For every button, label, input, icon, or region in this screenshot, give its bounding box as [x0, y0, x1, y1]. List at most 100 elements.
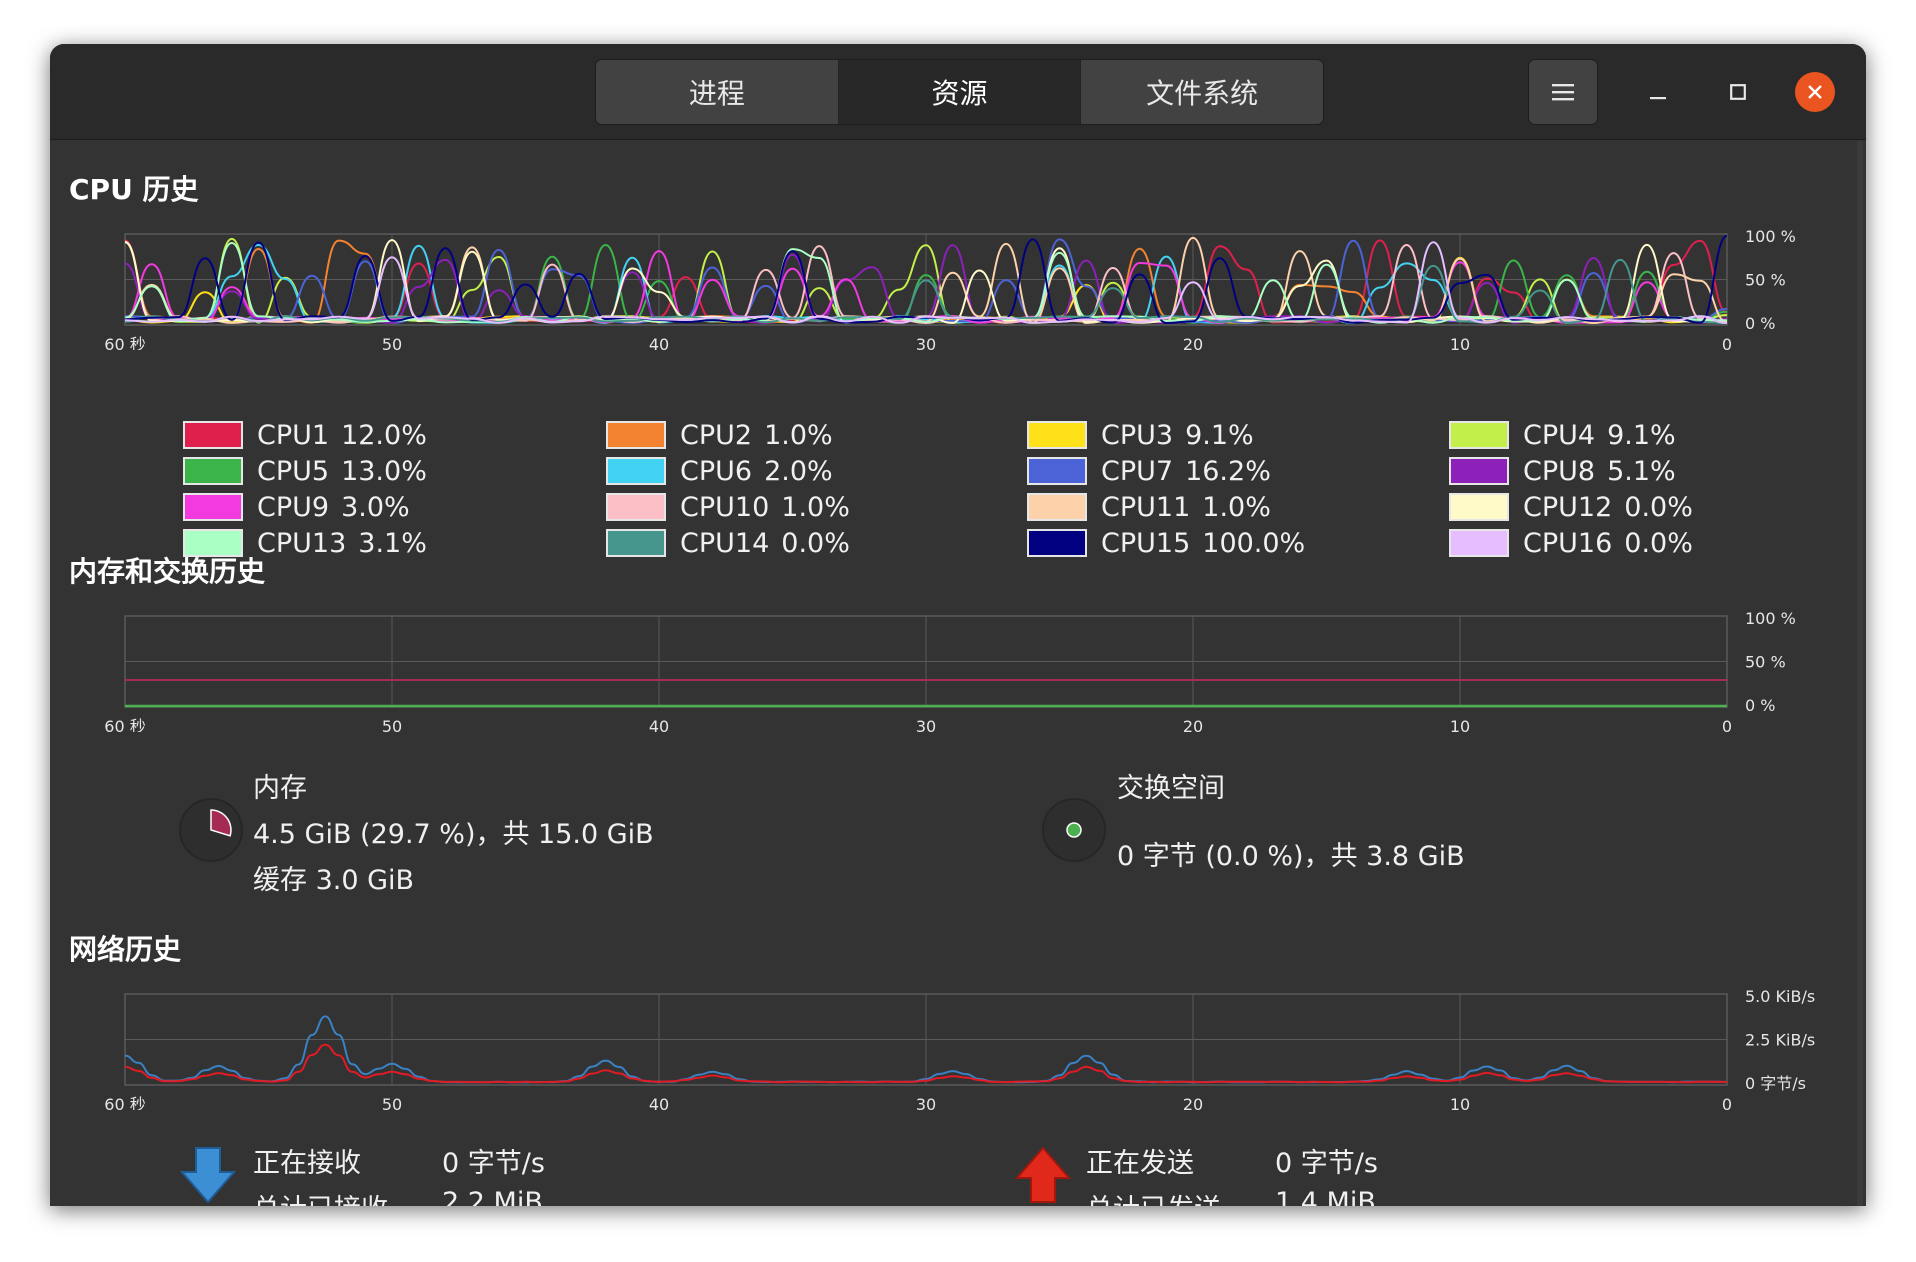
cpu-x-tick-label: 40	[649, 335, 669, 350]
network-y-tick-label: 0 字节/s	[1745, 1074, 1806, 1093]
cpu-legend-item[interactable]: CPU6 2.0%	[606, 454, 833, 488]
cpu-x-tick-label: 10	[1450, 335, 1470, 350]
close-button[interactable]	[1795, 72, 1835, 112]
cpu-color-swatch[interactable]	[1449, 421, 1509, 449]
cpu-legend-value: 0.0%	[1624, 527, 1693, 559]
cpu-legend-value: 1.0%	[781, 491, 850, 523]
cpu-color-swatch[interactable]	[606, 457, 666, 485]
cpu-x-tick-label: 20	[1183, 335, 1203, 350]
memory-x-tick-label: 60 秒	[104, 717, 145, 732]
maximize-button[interactable]	[1718, 72, 1758, 112]
sending-label: 正在发送	[1086, 1148, 1194, 1179]
cpu-color-swatch[interactable]	[606, 493, 666, 521]
upload-arrow-icon	[1015, 1146, 1071, 1203]
download-arrow-icon	[180, 1147, 236, 1204]
cpu-legend-item[interactable]: CPU14 0.0%	[606, 526, 850, 560]
cpu-legend-item[interactable]: CPU2 1.0%	[606, 418, 833, 452]
memory-usage: 4.5 GiB (29.7 %)，共 15.0 GiB	[253, 819, 654, 850]
tab-processes[interactable]: 进程	[596, 60, 839, 124]
memory-pie-icon	[179, 798, 243, 862]
cpu-legend-value: 0.0%	[781, 527, 850, 559]
cpu-legend-label: CPU3	[1101, 419, 1174, 451]
cpu-legend-item[interactable]: CPU4 9.1%	[1449, 418, 1676, 452]
total-received-value: 2.2 MiB	[442, 1187, 543, 1206]
hamburger-menu-icon	[1552, 84, 1574, 101]
cpu-color-swatch[interactable]	[1027, 457, 1087, 485]
cpu-color-swatch[interactable]	[606, 421, 666, 449]
cpu-color-swatch[interactable]	[183, 493, 243, 521]
cpu-legend-label: CPU9	[257, 491, 330, 523]
memory-history-graph: 100 % 50 % 0 % 60 秒 50 40 30 20 10 0	[50, 612, 1866, 732]
memory-section-title: 内存和交换历史	[69, 555, 266, 588]
network-history-graph: 5.0 KiB/s 2.5 KiB/s 0 字节/s 60 秒 50 40 30 20 10 0	[50, 990, 1866, 1110]
swap-label: 交换空间	[1117, 773, 1225, 804]
cpu-legend-item[interactable]: CPU9 3.0%	[183, 490, 410, 524]
cpu-color-swatch[interactable]	[606, 529, 666, 557]
total-received-label: 总计已接收	[253, 1187, 388, 1206]
cpu-legend-label: CPU7	[1101, 455, 1174, 487]
cpu-legend-item[interactable]: CPU10 1.0%	[606, 490, 850, 524]
cpu-legend-item[interactable]: CPU5 13.0%	[183, 454, 427, 488]
memory-x-tick-label: 0	[1722, 717, 1732, 732]
cpu-legend-value: 12.0%	[341, 419, 427, 451]
memory-y-tick-label: 100 %	[1745, 612, 1796, 628]
cpu-legend-item[interactable]: CPU15 100.0%	[1027, 526, 1305, 560]
cpu-color-swatch[interactable]	[1449, 493, 1509, 521]
network-x-tick-label: 0	[1722, 1095, 1732, 1110]
cpu-legend-value: 9.1%	[1607, 419, 1676, 451]
cpu-color-swatch[interactable]	[1027, 421, 1087, 449]
network-x-tick-label: 40	[649, 1095, 669, 1110]
cpu-legend-item[interactable]: CPU16 0.0%	[1449, 526, 1693, 560]
cpu-color-swatch[interactable]	[183, 421, 243, 449]
cpu-legend-label: CPU13	[257, 527, 347, 559]
memory-x-tick-label: 10	[1450, 717, 1470, 732]
cpu-history-chart: 100 % 50 % 0 % 60 秒 50 40 30 20 10 0	[104, 230, 1796, 350]
cpu-legend-label: CPU5	[257, 455, 330, 487]
memory-x-tick-label: 40	[649, 717, 669, 732]
total-sent-label: 总计已发送	[1086, 1187, 1221, 1206]
total-sent-value: 1.4 MiB	[1275, 1187, 1376, 1206]
memory-x-tick-label: 50	[382, 717, 402, 732]
swap-usage: 0 字节 (0.0 %)，共 3.8 GiB	[1117, 841, 1465, 872]
network-y-tick-label: 2.5 KiB/s	[1745, 1031, 1815, 1050]
cpu-legend-value: 2.0%	[764, 455, 833, 487]
menu-button[interactable]	[1528, 59, 1598, 125]
header-bar: 进程 资源 文件系统	[50, 44, 1866, 140]
resources-view: CPU 历史 100 % 50 % 0 % 60 秒 50 40 30 20 10 0 CPU1 1…	[50, 140, 1866, 1206]
memory-x-tick-label: 30	[916, 717, 936, 732]
memory-cache: 缓存 3.0 GiB	[253, 865, 415, 896]
view-switcher: 进程 资源 文件系统	[595, 59, 1324, 125]
network-x-tick-label: 20	[1183, 1095, 1203, 1110]
cpu-legend-item[interactable]: CPU12 0.0%	[1449, 490, 1693, 524]
cpu-legend-item[interactable]: CPU1 12.0%	[183, 418, 427, 452]
cpu-x-tick-label: 60 秒	[104, 335, 145, 350]
system-monitor-window: 进程 资源 文件系统 CPU 历史 100 % 50 % 0 % 60 秒 50…	[50, 44, 1866, 1206]
cpu-legend-value: 16.2%	[1185, 455, 1271, 487]
minimize-button[interactable]	[1638, 72, 1678, 112]
close-icon	[1808, 85, 1822, 99]
network-y-tick-label: 5.0 KiB/s	[1745, 990, 1815, 1006]
tab-file-systems[interactable]: 文件系统	[1081, 60, 1323, 124]
cpu-section-title: CPU 历史	[69, 173, 199, 206]
cpu-color-swatch[interactable]	[1449, 529, 1509, 557]
cpu-legend-item[interactable]: CPU7 16.2%	[1027, 454, 1271, 488]
cpu-color-swatch[interactable]	[1449, 457, 1509, 485]
cpu-legend-label: CPU11	[1101, 491, 1191, 523]
network-history-chart: 5.0 KiB/s 2.5 KiB/s 0 字节/s 60 秒 50 40 30 20 10 0	[104, 990, 1815, 1110]
maximize-icon	[1730, 84, 1746, 100]
cpu-legend-item[interactable]: CPU8 5.1%	[1449, 454, 1676, 488]
cpu-legend-value: 3.0%	[341, 491, 410, 523]
tab-resources[interactable]: 资源	[838, 60, 1082, 124]
cpu-color-swatch[interactable]	[1027, 493, 1087, 521]
cpu-color-swatch[interactable]	[1027, 529, 1087, 557]
cpu-legend-label: CPU12	[1523, 491, 1613, 523]
cpu-legend-item[interactable]: CPU3 9.1%	[1027, 418, 1254, 452]
cpu-legend-item[interactable]: CPU11 1.0%	[1027, 490, 1271, 524]
cpu-legend-value: 13.0%	[341, 455, 427, 487]
cpu-legend-label: CPU2	[680, 419, 753, 451]
cpu-color-swatch[interactable]	[183, 457, 243, 485]
cpu-legend-value: 9.1%	[1185, 419, 1254, 451]
cpu-legend-label: CPU4	[1523, 419, 1596, 451]
cpu-history-graph: 100 % 50 % 0 % 60 秒 50 40 30 20 10 0	[50, 230, 1866, 350]
cpu-legend-value: 100.0%	[1202, 527, 1306, 559]
